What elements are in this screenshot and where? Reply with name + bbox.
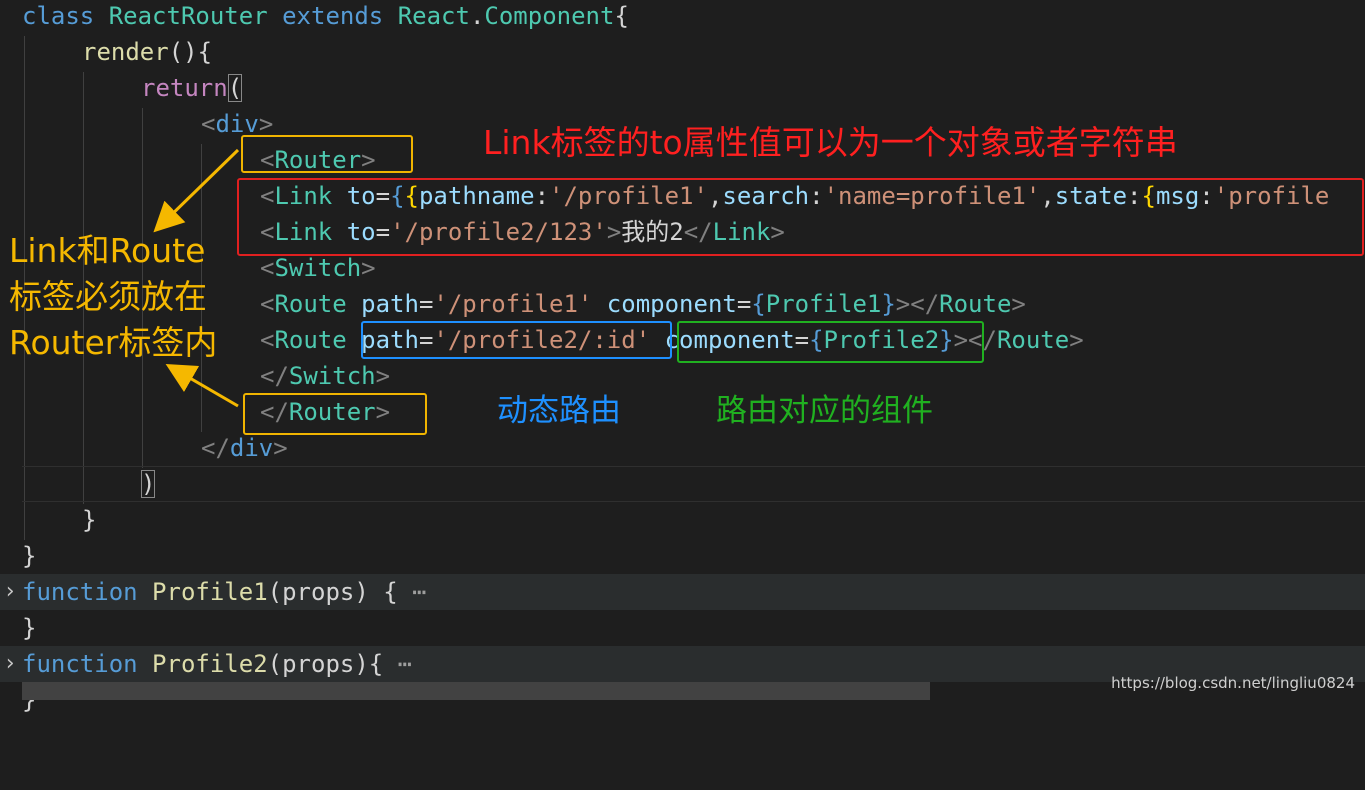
note-route-component: 路由对应的组件 <box>716 393 933 429</box>
note-line: Link和Route <box>9 231 206 270</box>
note-router-requirement: Link和Route 标签必须放在 Router标签内 <box>9 228 217 366</box>
arrow-to-router-close <box>165 363 239 408</box>
watermark: https://blog.csdn.net/lingliu0824 <box>1111 674 1355 692</box>
note-dynamic-route: 动态路由 <box>497 393 621 429</box>
note-line: Router标签内 <box>9 323 218 362</box>
note-line: 标签必须放在 <box>9 277 207 316</box>
arrow-to-router-open <box>153 148 240 233</box>
note-link-to-value: Link标签的to属性值可以为一个对象或者字符串 <box>483 123 1178 162</box>
